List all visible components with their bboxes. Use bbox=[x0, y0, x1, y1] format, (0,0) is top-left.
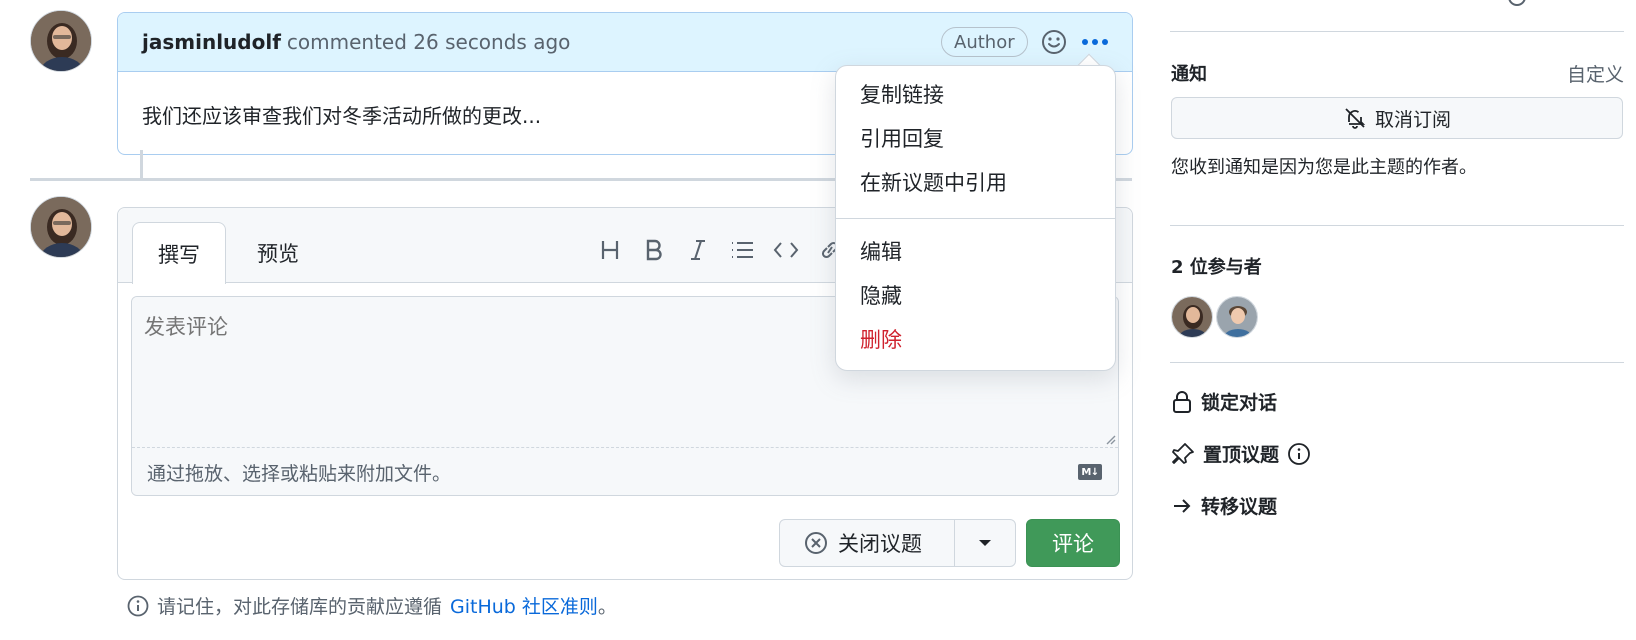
close-issue-button[interactable]: 关闭议题 bbox=[780, 520, 955, 566]
pin-issue-button[interactable]: 置顶议题 bbox=[1171, 440, 1311, 467]
sidebar-divider bbox=[1170, 362, 1624, 363]
sidebar-divider bbox=[1170, 31, 1624, 32]
bold-icon bbox=[646, 239, 662, 261]
transfer-issue-label: 转移议题 bbox=[1201, 496, 1278, 518]
participant-avatar[interactable] bbox=[1171, 296, 1213, 338]
menu-divider bbox=[836, 218, 1115, 219]
italic-icon bbox=[691, 240, 705, 260]
customize-link[interactable]: 自定义 bbox=[1567, 60, 1624, 87]
avatar[interactable] bbox=[30, 196, 92, 258]
contribution-guideline: 请记住，对此存储库的贡献应遵循 GitHub 社区准则 。 bbox=[127, 592, 617, 619]
guideline-suffix: 。 bbox=[597, 596, 617, 618]
add-reaction-button[interactable] bbox=[1039, 27, 1069, 57]
code-icon bbox=[773, 242, 799, 258]
comment-timestamp[interactable]: commented 26 seconds ago bbox=[287, 30, 570, 54]
info-icon[interactable] bbox=[1287, 442, 1311, 466]
list-button[interactable] bbox=[720, 230, 764, 270]
bell-slash-icon bbox=[1345, 108, 1366, 129]
arrow-right-icon bbox=[1174, 498, 1191, 513]
code-button[interactable] bbox=[764, 230, 808, 270]
heading-button[interactable] bbox=[588, 230, 632, 270]
close-issue-label: 关闭议题 bbox=[838, 532, 922, 556]
participants-heading: 2 位参与者 bbox=[1171, 257, 1262, 278]
menu-item-reference-in-new-issue[interactable]: 在新议题中引用 bbox=[836, 160, 1115, 204]
smiley-icon bbox=[1042, 30, 1066, 54]
triangle-down-icon bbox=[979, 540, 991, 546]
notifications-heading: 通知 bbox=[1171, 64, 1207, 85]
community-guidelines-link[interactable]: GitHub 社区准则 bbox=[450, 592, 598, 619]
comment-author[interactable]: jasminludolf bbox=[142, 30, 281, 54]
guideline-text: 请记住，对此存储库的贡献应遵循 bbox=[157, 596, 443, 618]
markdown-toolbar bbox=[588, 230, 852, 270]
timeline-line bbox=[140, 150, 143, 178]
list-icon bbox=[732, 242, 753, 258]
pin-issue-label: 置顶议题 bbox=[1203, 444, 1280, 466]
pin-icon bbox=[1172, 442, 1194, 464]
heading-icon bbox=[601, 241, 619, 259]
info-icon bbox=[1508, 0, 1526, 6]
bold-button[interactable] bbox=[632, 230, 676, 270]
close-issue-group: 关闭议题 bbox=[779, 519, 1016, 567]
lock-icon bbox=[1173, 390, 1191, 413]
markdown-icon[interactable]: M↓ bbox=[1078, 464, 1102, 480]
comment-options-menu: 复制链接 引用回复 在新议题中引用 编辑 隐藏 删除 bbox=[835, 65, 1116, 371]
comment-options-button[interactable] bbox=[1077, 27, 1113, 57]
transfer-issue-button[interactable]: 转移议题 bbox=[1171, 492, 1277, 519]
kebab-horizontal-icon bbox=[1082, 39, 1108, 45]
menu-item-quote-reply[interactable]: 引用回复 bbox=[836, 116, 1115, 160]
avatar[interactable] bbox=[30, 10, 92, 72]
submit-comment-button[interactable]: 评论 bbox=[1026, 519, 1120, 567]
attach-files-bar[interactable]: 通过拖放、选择或粘贴来附加文件。 M↓ bbox=[132, 447, 1118, 495]
menu-item-hide[interactable]: 隐藏 bbox=[836, 273, 1115, 317]
resize-grip-icon[interactable] bbox=[1104, 433, 1116, 445]
unsubscribe-button[interactable]: 取消订阅 bbox=[1171, 97, 1623, 139]
lock-conversation-label: 锁定对话 bbox=[1201, 392, 1278, 414]
author-badge: Author bbox=[941, 27, 1028, 57]
participant-avatar[interactable] bbox=[1216, 296, 1258, 338]
menu-item-delete[interactable]: 删除 bbox=[836, 317, 1115, 361]
italic-button[interactable] bbox=[676, 230, 720, 270]
tab-write[interactable]: 撰写 bbox=[132, 222, 226, 284]
unsubscribe-label: 取消订阅 bbox=[1374, 108, 1451, 131]
sidebar-divider bbox=[1170, 225, 1624, 226]
info-icon bbox=[127, 595, 149, 616]
notification-reason: 您收到通知是因为您是此主题的作者。 bbox=[1171, 157, 1477, 178]
close-options-button[interactable] bbox=[955, 520, 1015, 566]
menu-item-copy-link[interactable]: 复制链接 bbox=[836, 72, 1115, 116]
lock-conversation-button[interactable]: 锁定对话 bbox=[1171, 388, 1277, 415]
attach-hint: 通过拖放、选择或粘贴来附加文件。 bbox=[147, 463, 452, 485]
close-circle-icon bbox=[805, 532, 827, 554]
tab-preview[interactable]: 预览 bbox=[236, 222, 320, 284]
menu-item-edit[interactable]: 编辑 bbox=[836, 229, 1115, 273]
